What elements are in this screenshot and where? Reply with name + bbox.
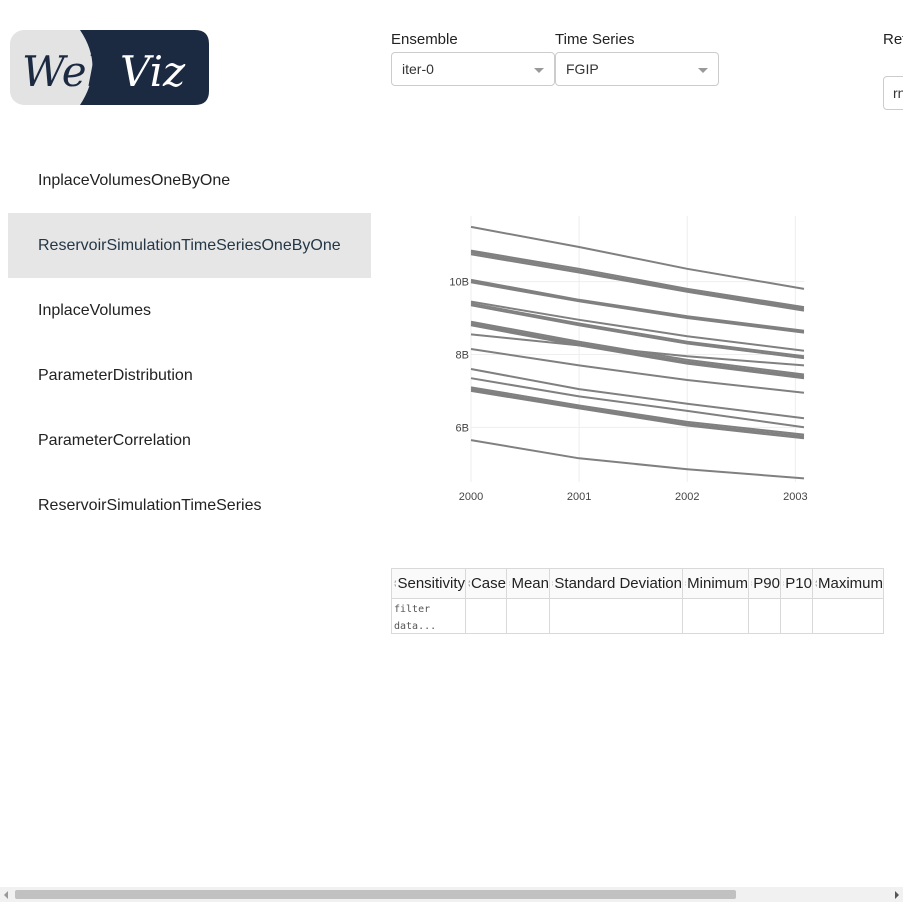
table-header-row: Sensitivity Case Mean Standard Deviation… [391, 568, 884, 599]
time-series-label: Time Series [555, 31, 635, 48]
filter-cell-sensitivity[interactable]: filter data... [391, 598, 466, 634]
filter-input[interactable]: filter data... [394, 604, 436, 632]
reference-select-value: rn [893, 85, 903, 101]
nav-item-parameter-correlation[interactable]: ParameterCorrelation [8, 408, 371, 473]
x-tick-label: 2003 [783, 491, 807, 503]
y-tick-label: 6B [456, 422, 469, 434]
scroll-left-icon[interactable] [4, 891, 8, 899]
column-header-label: Sensitivity [397, 575, 465, 592]
filter-cell-case[interactable] [465, 598, 507, 634]
nav-item-inplace-volumes-one-by-one[interactable]: InplaceVolumesOneByOne [8, 148, 371, 213]
ensemble-select-value: iter-0 [402, 61, 434, 77]
column-header-label: Standard Deviation [554, 575, 682, 592]
column-header-label: P90 [753, 575, 780, 592]
column-header-mean[interactable]: Mean [506, 568, 550, 599]
filter-cell-maximum[interactable] [812, 598, 884, 634]
column-header-label: P10 [785, 575, 812, 592]
nav-item-parameter-distribution[interactable]: ParameterDistribution [8, 343, 371, 408]
filter-cell-standard-deviation[interactable] [549, 598, 683, 634]
sort-icon[interactable] [509, 578, 511, 589]
x-tick-label: 2002 [675, 491, 699, 503]
statistics-table: Sensitivity Case Mean Standard Deviation… [391, 568, 884, 634]
scrollbar-thumb[interactable] [15, 890, 736, 899]
nav-item-label: ParameterCorrelation [38, 431, 191, 449]
ensemble-select[interactable]: iter-0 [391, 52, 555, 86]
x-tick-label: 2000 [459, 491, 483, 503]
logo-web-text: Web [22, 47, 114, 96]
nav-item-label: ReservoirSimulationTimeSeries [38, 496, 262, 514]
statistics-table-wrap: Sensitivity Case Mean Standard Deviation… [391, 568, 884, 634]
column-header-sensitivity[interactable]: Sensitivity [391, 568, 466, 599]
filter-cell-minimum[interactable] [682, 598, 749, 634]
scroll-right-icon[interactable] [895, 891, 899, 899]
ensemble-label: Ensemble [391, 31, 458, 48]
series-line [470, 368, 805, 420]
y-tick-label: 10B [449, 277, 469, 289]
column-header-maximum[interactable]: Maximum [812, 568, 884, 599]
nav-item-label: InplaceVolumes [38, 301, 151, 319]
chart-svg: 6B 8B 10B 2000 2001 2002 2003 [449, 216, 808, 503]
column-header-p90[interactable]: P90 [748, 568, 781, 599]
filter-cell-p10[interactable] [780, 598, 813, 634]
series-line [470, 278, 805, 332]
column-header-label: Minimum [687, 575, 748, 592]
sort-icon[interactable] [751, 578, 753, 589]
column-header-minimum[interactable]: Minimum [682, 568, 749, 599]
column-header-standard-deviation[interactable]: Standard Deviation [549, 568, 683, 599]
chevron-down-icon [698, 68, 708, 73]
sort-icon[interactable] [394, 578, 397, 589]
sort-icon[interactable] [685, 578, 687, 589]
time-series-select-value: FGIP [566, 61, 599, 77]
table-filter-row: filter data... [391, 598, 884, 634]
reference-label: Ref [883, 31, 903, 48]
sort-icon[interactable] [783, 578, 785, 589]
column-header-label: Case [470, 575, 506, 592]
column-header-label: Mean [511, 575, 549, 592]
filter-cell-mean[interactable] [506, 598, 550, 634]
chevron-down-icon [534, 68, 544, 73]
series-line [470, 253, 805, 312]
sort-icon[interactable] [552, 578, 554, 589]
series-line [470, 302, 805, 358]
series-line [470, 377, 805, 429]
reference-select[interactable]: rn [883, 76, 903, 110]
nav-item-reservoir-simulation-time-series-one-by-one[interactable]: ReservoirSimulationTimeSeriesOneByOne [8, 213, 371, 278]
filter-cell-p90[interactable] [748, 598, 781, 634]
horizontal-scrollbar[interactable] [0, 887, 903, 902]
column-header-p10[interactable]: P10 [780, 568, 813, 599]
sidebar-nav: InplaceVolumesOneByOne ReservoirSimulati… [8, 148, 371, 538]
nav-item-label: InplaceVolumesOneByOne [38, 171, 231, 189]
logo-viz-text: Viz [120, 47, 186, 96]
nav-item-reservoir-simulation-time-series[interactable]: ReservoirSimulationTimeSeries [8, 473, 371, 538]
nav-item-label: ReservoirSimulationTimeSeriesOneByOne [38, 236, 341, 254]
sort-icon[interactable] [468, 578, 470, 589]
time-series-chart[interactable]: 6B 8B 10B 2000 2001 2002 2003 [440, 210, 820, 515]
nav-item-inplace-volumes[interactable]: InplaceVolumes [8, 278, 371, 343]
sort-icon[interactable] [815, 578, 817, 589]
webviz-logo: Web Viz [10, 30, 209, 105]
series-line [470, 439, 805, 480]
column-header-case[interactable]: Case [465, 568, 507, 599]
time-series-select[interactable]: FGIP [555, 52, 719, 86]
y-tick-label: 8B [456, 349, 469, 361]
column-header-label: Maximum [817, 575, 883, 592]
x-tick-label: 2001 [567, 491, 591, 503]
nav-item-label: ParameterDistribution [38, 366, 193, 384]
